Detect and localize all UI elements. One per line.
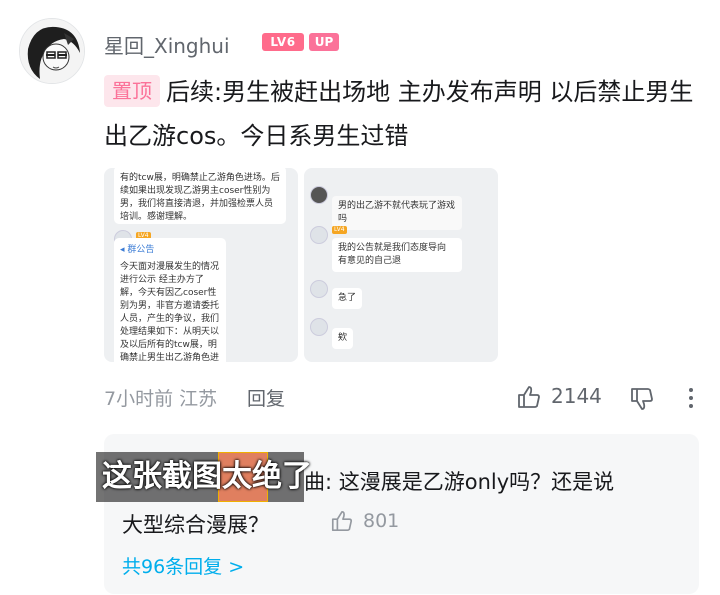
- comment-text: 置顶 后续:男生被赶出场地 主办发布声明 以后禁止男生出乙游cos。今日系男生过错: [104, 70, 704, 158]
- like-count: 2144: [551, 384, 602, 408]
- chat-avatar: [310, 318, 328, 336]
- caption-text: 这张截图太绝了: [102, 459, 312, 494]
- avatar-illustration: [20, 19, 84, 83]
- avatar[interactable]: [19, 18, 85, 84]
- reply-text-line-1: 曲: 这漫展是乙游only吗？还是说: [304, 470, 615, 494]
- announcement-top-text: 有的tcw展，明确禁止乙游角色进场。后续如果出现发现乙游男主coser性别为男，…: [120, 173, 280, 222]
- up-badge: UP: [309, 33, 339, 51]
- video-caption-overlay: 这张截图太绝了: [96, 452, 318, 502]
- thumbs-up-icon[interactable]: [516, 384, 542, 410]
- pinned-tag: 置顶: [104, 75, 160, 107]
- group-announcement-label: 群公告: [127, 245, 155, 255]
- reply-text-line-2: 大型综合漫展？: [122, 513, 269, 537]
- chat-message-4: 欸: [332, 328, 354, 349]
- chat-level-tag: LV4: [332, 226, 347, 234]
- comment-image-1[interactable]: 有的tcw展，明确禁止乙游角色进场。后续如果出现发现乙游男主coser性别为男，…: [104, 168, 298, 362]
- comment-image-2[interactable]: 男的出乙游不就代表玩了游戏吗 LV4 我的公告就是我们态度导向 有意见的自己退 …: [304, 168, 498, 362]
- reply-button[interactable]: 回复: [247, 384, 285, 411]
- comment-time-location: 7小时前 江苏: [104, 388, 218, 410]
- chat-message-3: 急了: [332, 288, 363, 309]
- reply-thumbs-up-icon[interactable]: [330, 509, 354, 533]
- announcement-card-top: 有的tcw展，明确禁止乙游角色进场。后续如果出现发现乙游男主coser性别为男，…: [114, 168, 286, 224]
- username[interactable]: 星回_Xinghui: [104, 30, 230, 59]
- chat-avatar: [310, 280, 328, 298]
- chat-avatar: [310, 186, 328, 204]
- thumbs-down-icon[interactable]: [629, 386, 655, 412]
- more-options-icon[interactable]: [686, 386, 696, 410]
- announcement-body-text: 今天面对漫展发生的情况进行公示 经主办方了解，今天有因乙coser性别为男，非官…: [120, 262, 220, 362]
- chat-avatar: [310, 226, 328, 244]
- chat-message-2: 我的公告就是我们态度导向 有意见的自己退: [332, 238, 462, 272]
- announcement-card: ◂ 群公告 今天面对漫展发生的情况进行公示 经主办方了解，今天有因乙coser性…: [114, 238, 226, 362]
- reply-like-count: 801: [363, 510, 400, 532]
- view-more-replies-link[interactable]: 共96条回复 >: [122, 552, 244, 579]
- comment-content: 后续:男生被赶出场地 主办发布声明 以后禁止男生出乙游cos。今日系男生过错: [104, 78, 694, 150]
- chat-message-1: 男的出乙游不就代表玩了游戏吗: [332, 196, 462, 230]
- level-badge: LV6: [262, 33, 304, 51]
